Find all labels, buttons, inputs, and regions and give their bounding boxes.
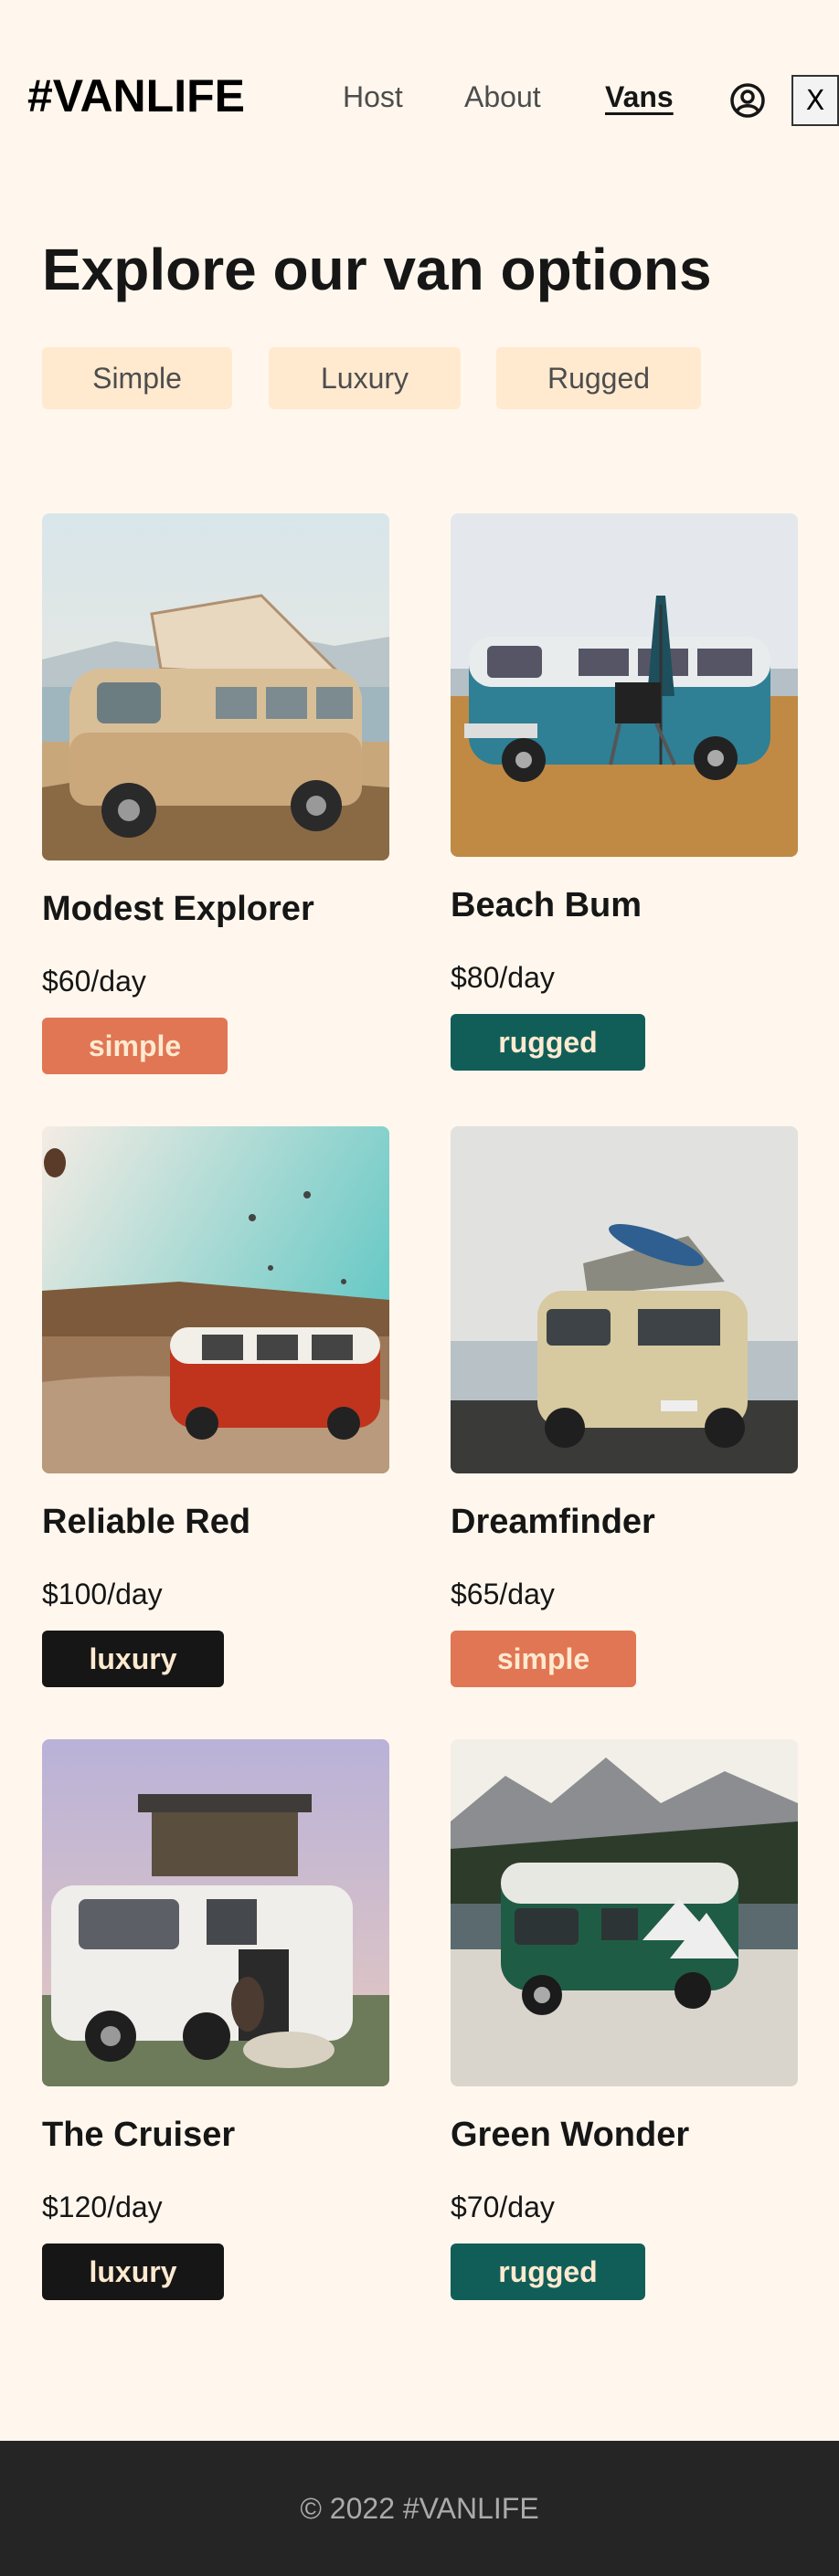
van-card-reliable-red[interactable]: Reliable Red $100/day luxury — [42, 1126, 389, 1687]
van-name[interactable]: Dreamfinder — [451, 1503, 655, 1542]
nav-link-host[interactable]: Host — [343, 80, 403, 114]
van-image[interactable] — [42, 513, 389, 860]
close-button[interactable]: X — [791, 75, 839, 126]
van-price: $65/day — [451, 1578, 555, 1610]
page-title: Explore our van options — [42, 237, 712, 302]
van-type-badge: luxury — [42, 2243, 224, 2300]
van-image[interactable] — [451, 1126, 798, 1473]
van-name[interactable]: Beach Bum — [451, 886, 642, 925]
van-card-modest-explorer[interactable]: Modest Explorer $60/day simple — [42, 513, 389, 1074]
filter-rugged-button[interactable]: Rugged — [496, 347, 701, 409]
van-image[interactable] — [451, 1739, 798, 2086]
van-type-badge: luxury — [42, 1631, 224, 1687]
site-logo[interactable]: #VANLIFE — [27, 69, 245, 122]
user-circle-icon[interactable] — [729, 82, 766, 119]
van-name[interactable]: Green Wonder — [451, 2116, 689, 2155]
van-card-dreamfinder[interactable]: Dreamfinder $65/day simple — [451, 1126, 798, 1687]
site-footer: © 2022 #VANLIFE — [0, 2441, 839, 2576]
van-type-badge: simple — [451, 1631, 636, 1687]
van-type-badge: rugged — [451, 1014, 645, 1071]
van-image[interactable] — [451, 513, 798, 857]
van-name[interactable]: Modest Explorer — [42, 890, 314, 929]
filter-simple-button[interactable]: Simple — [42, 347, 232, 409]
van-image[interactable] — [42, 1126, 389, 1473]
van-image[interactable] — [42, 1739, 389, 2086]
van-card-beach-bum[interactable]: Beach Bum $80/day rugged — [451, 513, 798, 1071]
van-price: $60/day — [42, 965, 146, 998]
van-type-badge: simple — [42, 1018, 228, 1074]
van-name[interactable]: The Cruiser — [42, 2116, 235, 2155]
van-card-green-wonder[interactable]: Green Wonder $70/day rugged — [451, 1739, 798, 2300]
van-price: $80/day — [451, 961, 555, 994]
van-price: $120/day — [42, 2191, 163, 2223]
nav-link-about[interactable]: About — [464, 80, 541, 114]
van-price: $70/day — [451, 2191, 555, 2223]
copyright-text: © 2022 #VANLIFE — [300, 2491, 539, 2525]
filter-luxury-button[interactable]: Luxury — [269, 347, 461, 409]
van-card-the-cruiser[interactable]: The Cruiser $120/day luxury — [42, 1739, 389, 2300]
van-type-badge: rugged — [451, 2243, 645, 2300]
van-name[interactable]: Reliable Red — [42, 1503, 250, 1542]
van-price: $100/day — [42, 1578, 163, 1610]
nav-link-vans[interactable]: Vans — [605, 80, 674, 114]
site-header: #VANLIFE Host About Vans X — [0, 0, 839, 197]
